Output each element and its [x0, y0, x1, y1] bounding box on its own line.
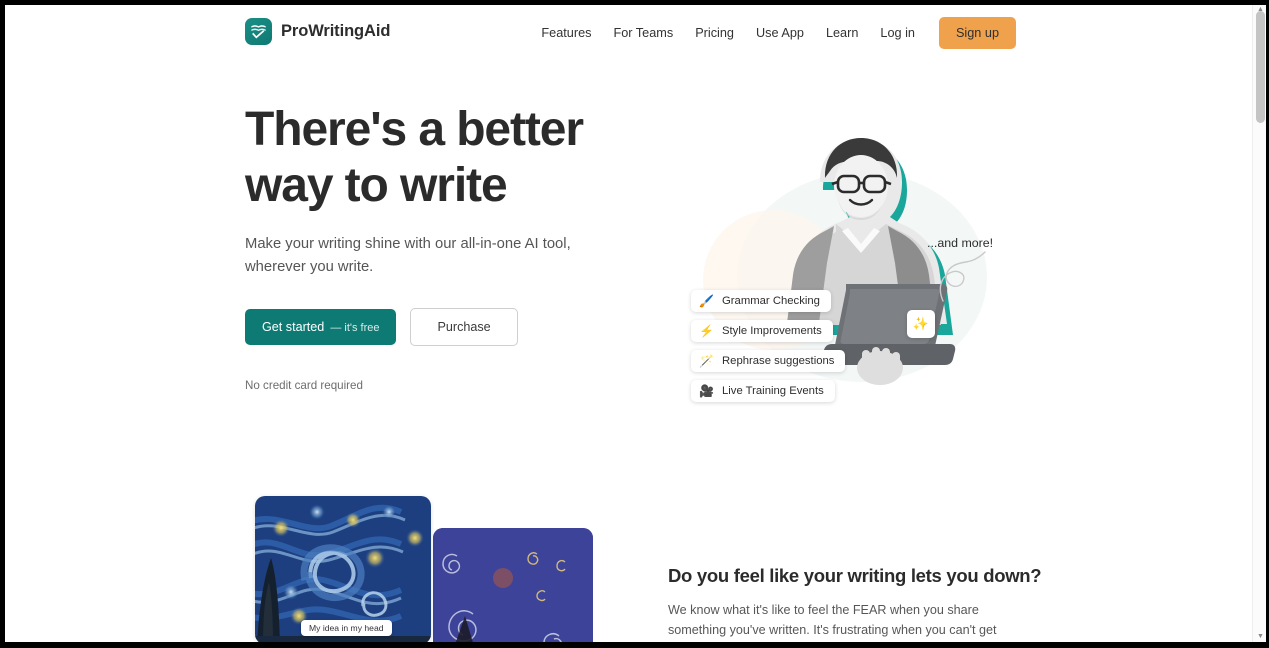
and-more-label: ...and more!: [927, 236, 994, 250]
nav-item-log-in[interactable]: Log in: [869, 19, 926, 47]
feature-pill-grammar-checking: 🖌️ Grammar Checking: [691, 290, 831, 312]
get-started-free-tag: — it's free: [330, 322, 380, 335]
window-edge-top: [0, 0, 1269, 5]
feature-pill-style-improvements: ⚡ Style Improvements: [691, 320, 833, 342]
hero-illustration: 🖌️ Grammar Checking ⚡ Style Improvements…: [665, 110, 1025, 450]
nav-item-features[interactable]: Features: [530, 19, 602, 47]
hero-title-line-2: way to write: [245, 158, 508, 212]
before-after-illustration: My idea in my head: [245, 496, 605, 642]
starry-night-caption: My idea in my head: [301, 620, 392, 636]
curly-pointer-icon: [933, 250, 993, 325]
nav-item-pricing[interactable]: Pricing: [684, 19, 745, 47]
get-started-button[interactable]: Get started — it's free: [245, 309, 397, 346]
browser-viewport: ProWritingAid Features For Teams Pricing…: [0, 0, 1269, 648]
hero-title: There's a better way to write: [245, 102, 645, 213]
window-edge-bottom: [0, 642, 1269, 648]
page-scrollbar[interactable]: ▲ ▼: [1252, 5, 1266, 642]
feature-pill-list: 🖌️ Grammar Checking ⚡ Style Improvements…: [691, 290, 871, 410]
brand-logo-link[interactable]: ProWritingAid: [245, 18, 390, 45]
wand-icon: 🪄: [699, 354, 714, 368]
writing-lets-you-down-section: My idea in my head Do you feel like your…: [5, 492, 1252, 642]
prowritingaid-logo-icon: [245, 18, 272, 45]
nav-item-for-teams[interactable]: For Teams: [602, 19, 684, 47]
brush-icon: 🖌️: [699, 294, 714, 308]
brand-name: ProWritingAid: [281, 22, 391, 40]
sparkles-icon: ✨: [907, 310, 935, 338]
feature-pill-rephrase-suggestions: 🪄 Rephrase suggestions: [691, 350, 846, 372]
get-started-label: Get started: [262, 320, 325, 335]
hero-section: There's a better way to write Make your …: [5, 62, 1252, 492]
page-content: ProWritingAid Features For Teams Pricing…: [5, 5, 1266, 642]
feature-pill-label: Style Improvements: [722, 325, 822, 337]
camera-icon: 🎥: [699, 384, 714, 398]
hero-subtitle: Make your writing shine with our all-in-…: [245, 236, 571, 276]
main-navigation: Features For Teams Pricing Use App Learn…: [530, 17, 1016, 49]
starry-night-image: My idea in my head: [255, 496, 431, 642]
nav-item-use-app[interactable]: Use App: [745, 19, 815, 47]
site-header: ProWritingAid Features For Teams Pricing…: [5, 5, 1252, 62]
feature-pill-label: Grammar Checking: [722, 295, 820, 307]
no-credit-card-note: No credit card required: [245, 379, 363, 393]
section-body: We know what it's like to feel the FEAR …: [668, 603, 997, 638]
scrollbar-thumb[interactable]: [1256, 11, 1265, 123]
bolt-icon: ⚡: [699, 324, 714, 338]
feature-pill-live-training-events: 🎥 Live Training Events: [691, 380, 835, 402]
scroll-down-arrow-icon[interactable]: ▼: [1256, 633, 1265, 640]
hero-actions: Get started — it's free Purchase: [245, 308, 645, 347]
sketch-panel-image: [433, 528, 593, 642]
section-title: Do you feel like your writing lets you d…: [668, 565, 1042, 586]
feature-pill-label: Live Training Events: [722, 385, 824, 397]
hero-title-line-1: There's a better: [245, 103, 584, 156]
hero-copy: There's a better way to write Make your …: [245, 102, 645, 392]
sign-up-button[interactable]: Sign up: [938, 17, 1016, 49]
purchase-button[interactable]: Purchase: [410, 308, 518, 347]
window-edge-left: [0, 0, 5, 648]
feature-pill-label: Rephrase suggestions: [722, 355, 835, 367]
section-copy: Do you feel like your writing lets you d…: [668, 565, 1068, 642]
nav-item-learn[interactable]: Learn: [815, 19, 869, 47]
